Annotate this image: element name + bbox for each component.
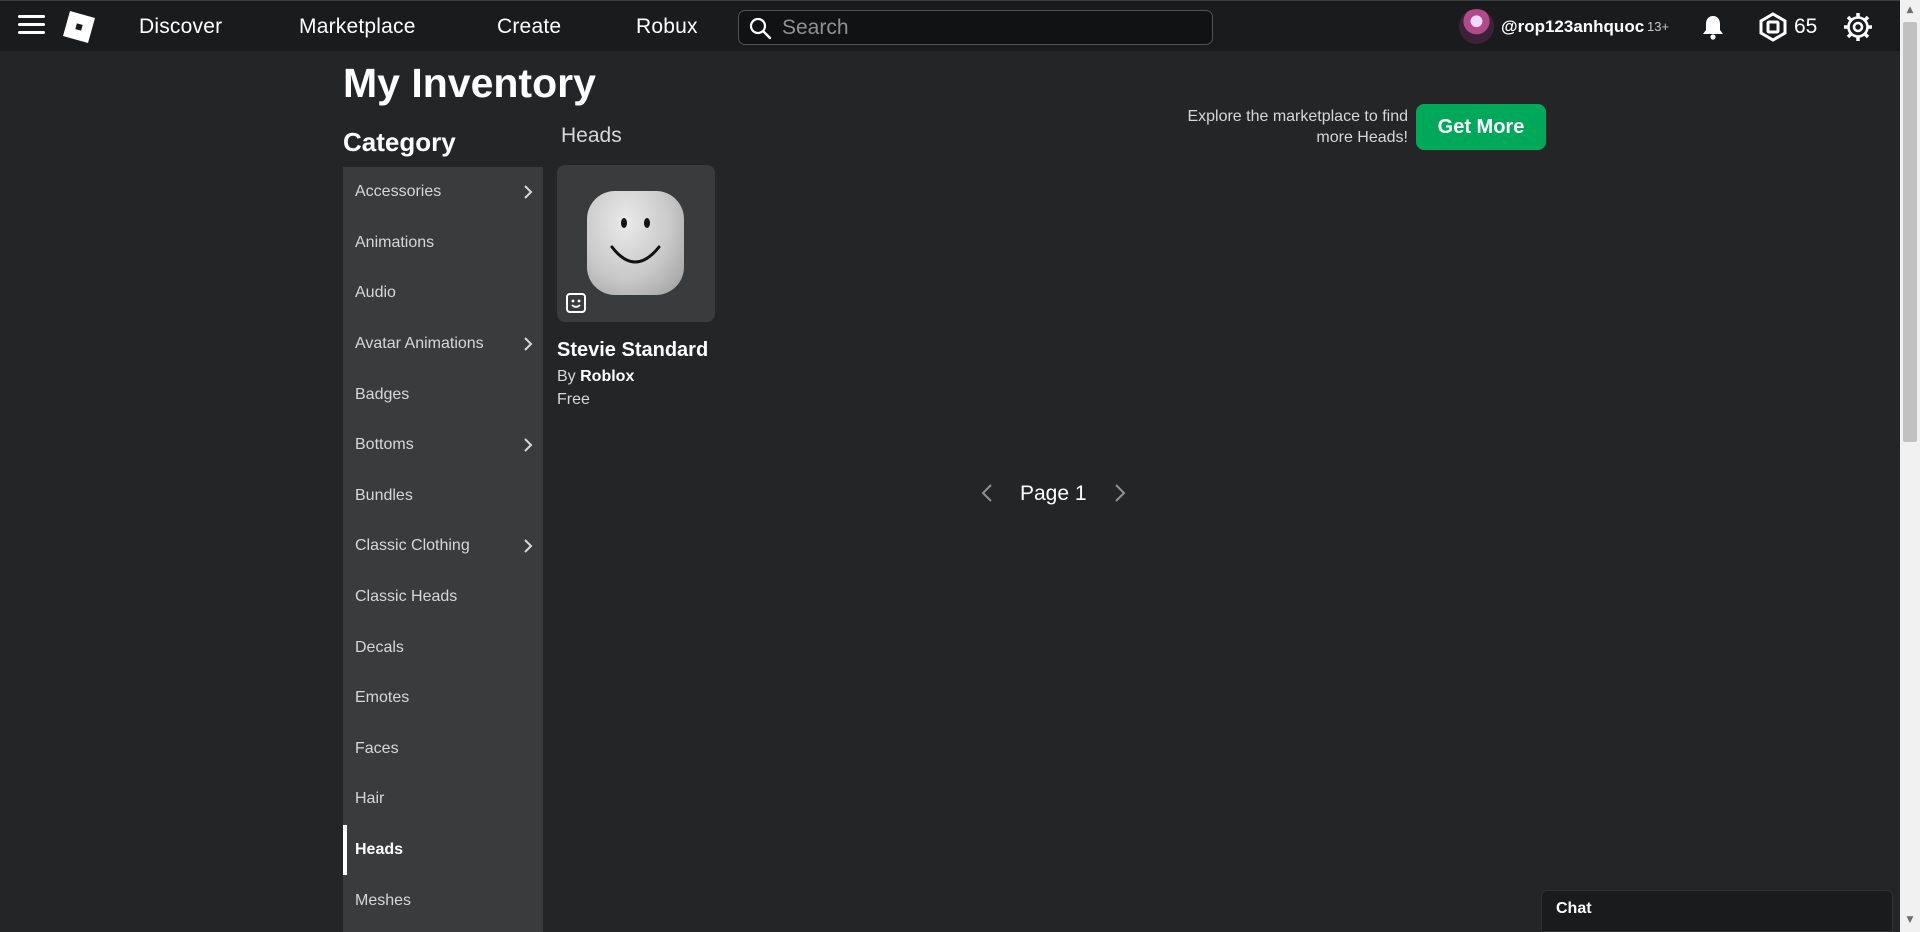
section-title: Heads — [561, 124, 622, 147]
top-navigation-bar: Discover Marketplace Create Robux @rop12… — [0, 0, 1900, 51]
category-item-animations[interactable]: Animations — [343, 218, 543, 269]
roblox-logo[interactable] — [62, 10, 96, 44]
category-label: Classic Clothing — [355, 537, 470, 555]
category-item-audio[interactable]: Audio — [343, 268, 543, 319]
category-label: Decals — [355, 638, 404, 656]
scroll-up-arrow[interactable]: ▲ — [1904, 4, 1916, 16]
category-label: Faces — [355, 739, 399, 757]
category-item-hair[interactable]: Hair — [343, 774, 543, 825]
chevron-right-icon — [524, 337, 533, 351]
category-label: Badges — [355, 385, 410, 403]
next-page-icon[interactable] — [1113, 483, 1127, 503]
bell-icon[interactable] — [1699, 13, 1727, 41]
page-title: My Inventory — [343, 60, 596, 106]
chat-label: Chat — [1556, 900, 1592, 917]
category-sidebar: Accessories Animations Audio Avatar Anim… — [343, 167, 543, 932]
nav-robux[interactable]: Robux — [636, 15, 698, 39]
category-label: Bottoms — [355, 436, 414, 454]
category-label: Accessories — [355, 183, 442, 201]
category-item-avatar-animations[interactable]: Avatar Animations — [343, 319, 543, 370]
category-item-accessories[interactable]: Accessories — [343, 167, 543, 218]
item-card[interactable]: Stevie Standard By Roblox Free — [557, 165, 715, 409]
nav-create[interactable]: Create — [497, 15, 561, 39]
category-label: Emotes — [355, 689, 410, 707]
nav-marketplace[interactable]: Marketplace — [299, 15, 416, 39]
category-item-heads[interactable]: Heads — [343, 824, 543, 876]
category-label: Avatar Animations — [355, 335, 484, 353]
search-icon — [749, 17, 772, 39]
smiley-face-icon — [610, 218, 661, 264]
item-price: Free — [557, 391, 590, 408]
nav-discover[interactable]: Discover — [139, 15, 222, 39]
creator-prefix: By — [557, 368, 576, 385]
scroll-down-arrow[interactable]: ▼ — [1904, 914, 1916, 926]
item-name-link[interactable]: Stevie Standard — [557, 336, 715, 364]
category-item-faces[interactable]: Faces — [343, 724, 543, 775]
gear-icon[interactable] — [1843, 12, 1873, 42]
face-badge-icon — [566, 293, 586, 313]
chevron-right-icon — [524, 438, 533, 452]
avatar[interactable] — [1459, 9, 1494, 44]
category-item-badges[interactable]: Badges — [343, 369, 543, 420]
category-item-meshes[interactable]: Meshes — [343, 875, 543, 926]
scrollbar-thumb[interactable] — [1903, 22, 1917, 442]
chevron-right-icon — [524, 185, 533, 199]
category-label: Animations — [355, 233, 435, 251]
head-thumbnail-image — [587, 191, 684, 295]
creator-link[interactable]: Roblox — [580, 368, 634, 385]
category-label: Bundles — [355, 486, 413, 504]
category-item-classic-clothing[interactable]: Classic Clothing — [343, 521, 543, 572]
item-thumbnail[interactable] — [557, 165, 715, 322]
previous-page-icon[interactable] — [980, 483, 994, 503]
item-creator: By Roblox — [557, 368, 715, 386]
search-input[interactable] — [782, 15, 1202, 40]
category-label: Heads — [355, 841, 404, 859]
category-label: Hair — [355, 790, 385, 808]
age-badge: 13+ — [1647, 19, 1670, 34]
robux-balance[interactable]: 65 — [1794, 15, 1817, 39]
get-more-button[interactable]: Get More — [1416, 104, 1546, 150]
chevron-right-icon — [524, 539, 533, 553]
category-item-decals[interactable]: Decals — [343, 622, 543, 673]
explore-marketplace-text: Explore the marketplace to find more Hea… — [1187, 108, 1408, 146]
category-item-classic-heads[interactable]: Classic Heads — [343, 572, 543, 623]
menu-icon[interactable] — [18, 15, 45, 37]
category-label: Classic Heads — [355, 588, 458, 606]
category-heading: Category — [343, 127, 456, 157]
chat-bar[interactable]: Chat — [1541, 890, 1893, 932]
category-label: Meshes — [355, 891, 412, 909]
page-indicator: Page 1 — [1020, 482, 1087, 505]
category-item-emotes[interactable]: Emotes — [343, 673, 543, 724]
category-item-bundles[interactable]: Bundles — [343, 471, 543, 522]
robux-icon[interactable] — [1758, 12, 1788, 42]
search-bar — [738, 10, 1213, 45]
category-label: Audio — [355, 284, 396, 302]
category-item-bottoms[interactable]: Bottoms — [343, 420, 543, 471]
username-link[interactable]: @rop123anhquoc — [1501, 17, 1644, 37]
